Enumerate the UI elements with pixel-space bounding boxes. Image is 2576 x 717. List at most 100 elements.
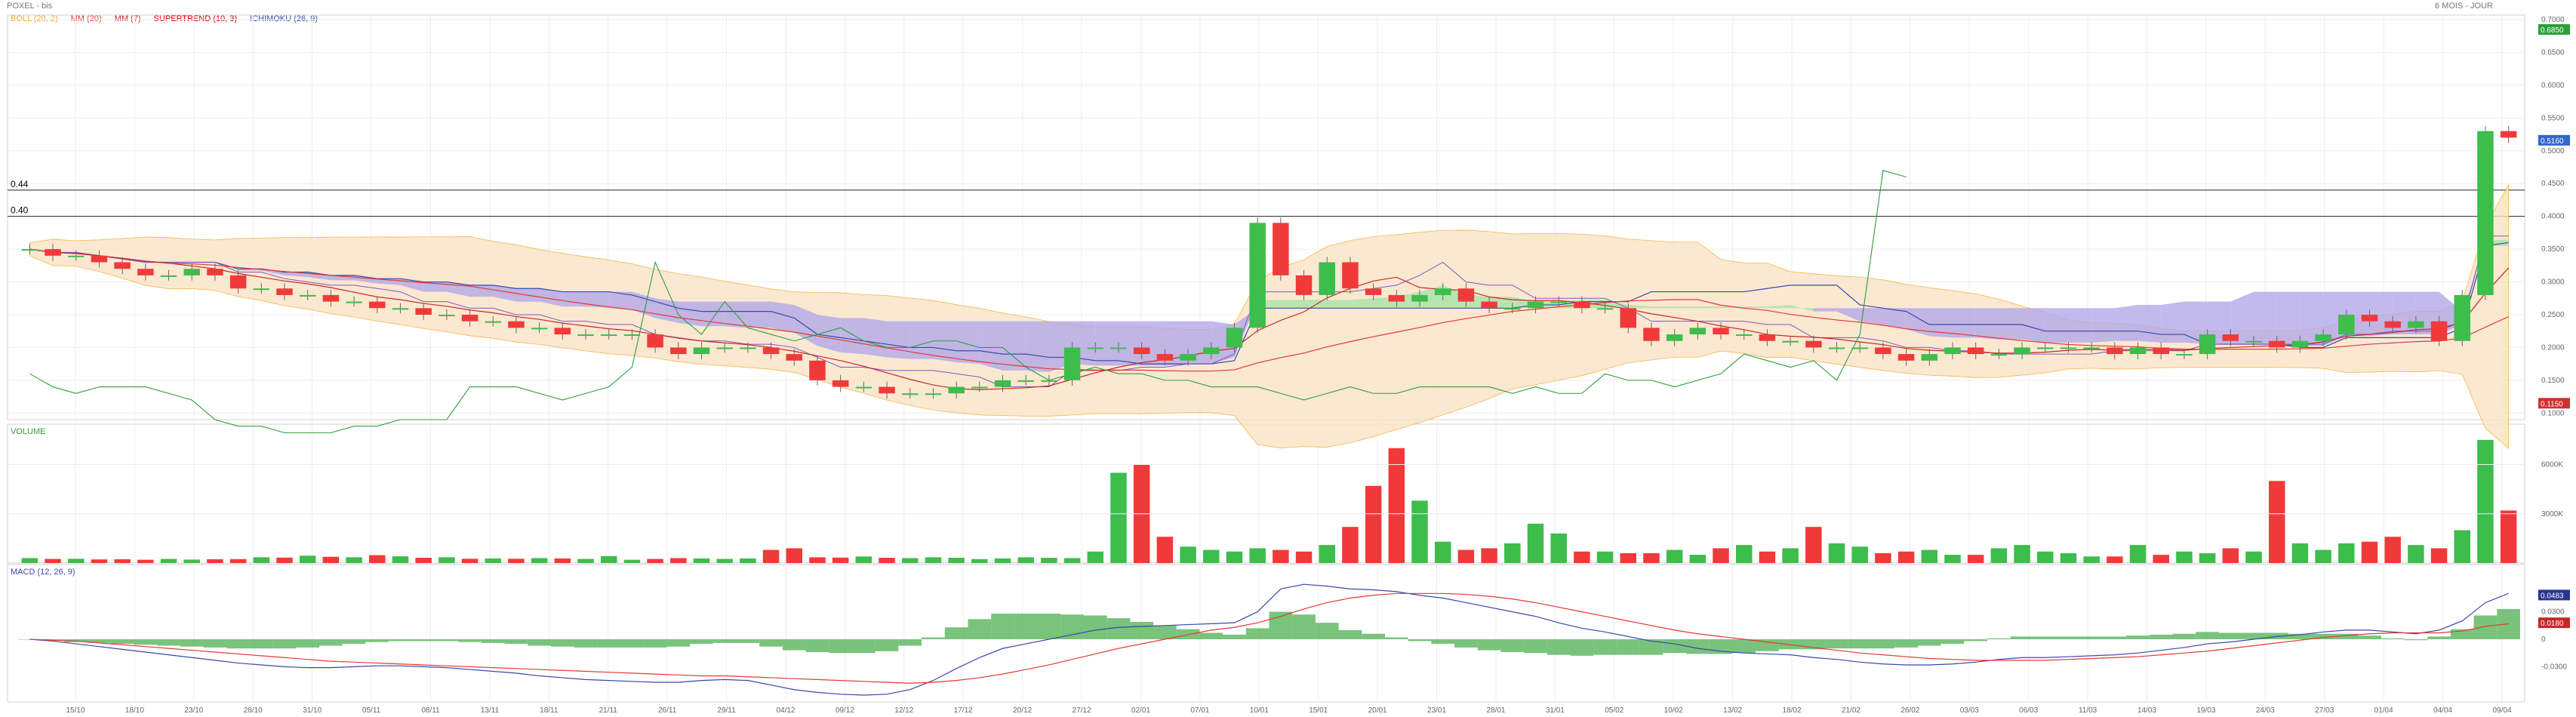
volume-bar [623,559,641,563]
volume-bar [1180,546,1196,563]
volume-bar [2361,541,2378,563]
candle-body [461,314,479,322]
candle-body [160,275,177,277]
volume-bar [461,559,479,563]
macd-histogram-bar [2079,636,2104,639]
candle-body [2477,131,2494,295]
x-tick-label: 20/01 [1368,706,1387,715]
volume-bar [879,558,895,563]
candle-body [1897,354,1915,361]
candle-body [2315,334,2331,341]
volume-bar [2245,551,2262,563]
x-tick-label: 29/11 [717,706,736,715]
x-tick-label: 01/04 [2374,706,2393,715]
volume-bar [1226,551,1243,563]
candle-body [832,380,849,387]
volume-bar [2291,543,2309,563]
ichimoku-cloud-segment [1118,321,1142,366]
candle-body [1944,347,1961,355]
macd-histogram-bar [249,639,273,649]
macd-histogram-bar [1964,639,1988,642]
macd-histogram-bar [1223,634,1246,639]
macd-histogram-bar [852,639,876,654]
volume-bar [1944,555,1961,563]
volume-bar [1481,548,1497,563]
ichimoku-cloud-segment [1350,298,1374,309]
volume-bar [1967,555,1984,563]
volume-bar [855,556,873,563]
volume-bar [2222,548,2239,563]
macd-histogram-bar [782,639,806,651]
candle-body [485,321,501,323]
price-tick-label: 0.3500 [2541,245,2565,254]
candle-body [415,308,432,315]
x-tick-label: 27/12 [1073,706,1091,715]
volume-bar [1457,549,1475,563]
macd-histogram-bar [1547,639,1571,655]
x-tick-label: 09/12 [836,706,854,715]
macd-tick-label: 0.0300 [2541,608,2565,617]
x-tick-label: 18/11 [540,706,559,715]
candle-body [207,269,223,275]
volume-bar [2477,439,2494,563]
macd-histogram-bar [504,639,528,645]
macd-histogram-bar [2497,608,2520,639]
volume-bar [183,559,200,563]
macd-histogram-bar [1454,639,1478,648]
candle-body [1434,288,1451,295]
volume-bar [901,558,919,563]
candle-body [925,393,942,395]
price-tick-label: 0.6000 [2541,82,2565,90]
candle-body [2268,340,2285,348]
candle-body [1041,380,1057,382]
candle-body [855,386,873,389]
ichimoku-cloud-segment [1280,300,1304,309]
candle-body [2176,354,2193,356]
candle-body [45,249,61,256]
macd-histogram-bar [319,639,343,646]
x-tick-label: 20/12 [1013,706,1032,715]
ichimoku-cloud-segment [2137,304,2162,343]
candle-body [693,347,710,355]
volume-bar [1504,543,1521,563]
macd-histogram-bar [2149,634,2173,639]
candle-body [2500,131,2517,138]
macd-histogram-bar [134,639,158,645]
macd-histogram-bar [597,639,621,648]
volume-tick-label: 3000K [2541,510,2563,519]
chart-canvas[interactable]: 15/10 18/10 23/10 28/10 31/10 05/11 08/11 13/11… [0,0,2576,717]
candle-body [554,328,571,335]
candle-body [1203,347,1220,355]
volume-bar [693,558,710,563]
candle-body [229,275,247,289]
macd-histogram-bar [110,639,134,645]
ichimoku-cloud-segment [1999,308,2023,340]
candle-body [2408,321,2424,328]
candle-body [508,321,525,328]
x-tick-label: 18/10 [125,706,144,715]
ichimoku-cloud-segment [2114,304,2138,341]
ichimoku-cloud-segment [1026,321,1049,373]
volume-bar [2129,545,2147,563]
volume-bar [670,558,687,563]
macd-histogram-bar [968,619,992,639]
macd-histogram-bar [666,639,691,647]
x-tick-label: 08/11 [421,706,440,715]
volume-bar [508,559,525,563]
macd-histogram-bar [550,639,574,647]
ichimoku-cloud-segment [863,318,888,358]
candle-body [183,269,200,275]
volume-bar [1574,551,1590,563]
volume-bar [1735,545,1753,563]
volume-bar [2268,481,2285,563]
volume-bar [1434,541,1451,563]
macd-histogram-bar [1384,637,1408,639]
macd-histogram-bar [1570,639,1594,656]
macd-histogram-bar [2172,633,2196,639]
macd-histogram-bar [2033,636,2057,639]
macd-histogram-bar [272,639,297,649]
volume-bar [2430,548,2448,563]
volume-bar [1805,527,1822,563]
candle-body [600,334,617,337]
macd-histogram-bar [1338,629,1362,639]
